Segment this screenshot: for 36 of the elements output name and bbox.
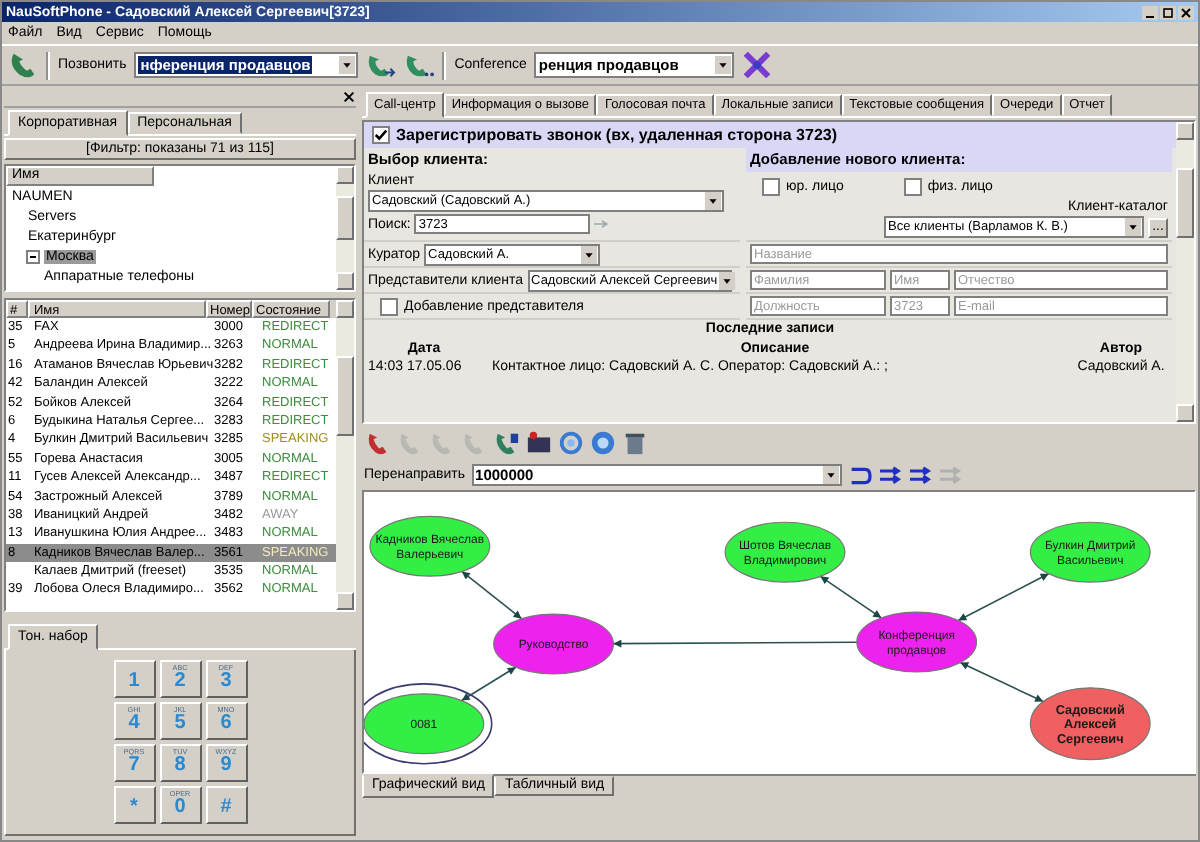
checkbox[interactable]: [903, 177, 922, 195]
minimize-icon[interactable]: [1142, 5, 1158, 19]
phone-icon[interactable]: [8, 50, 38, 80]
phone-dots-icon[interactable]: [404, 50, 435, 80]
checkbox[interactable]: [372, 126, 390, 144]
connector-arrow: [461, 570, 523, 620]
hold-phone-icon[interactable]: [494, 429, 520, 455]
connector-arrow: [957, 572, 1050, 622]
connector-arrow: [460, 666, 517, 702]
record-icon[interactable]: [526, 429, 552, 455]
cross-icon[interactable]: [742, 50, 773, 80]
collapse-icon[interactable]: [26, 249, 40, 263]
scrollbar[interactable]: [1176, 122, 1194, 422]
checkbox[interactable]: [380, 297, 398, 315]
maximize-icon[interactable]: [1160, 5, 1176, 19]
connector-arrow: [819, 575, 883, 619]
caret-icon[interactable]: [580, 245, 599, 263]
register-label: Зарегистрировать звонок (вх, удаленная сторона 3723): [396, 126, 838, 144]
phone-arrow-icon[interactable]: [366, 50, 397, 80]
caret-icon[interactable]: [714, 56, 733, 74]
caret-icon[interactable]: [717, 271, 736, 289]
hangup-phone-icon[interactable]: [366, 429, 392, 455]
checkbox[interactable]: [762, 177, 780, 195]
caret-icon[interactable]: [821, 466, 840, 484]
caret-icon[interactable]: [704, 192, 722, 210]
close-icon[interactable]: [1178, 5, 1194, 19]
caret-icon[interactable]: [338, 56, 357, 74]
scrollbar[interactable]: [336, 300, 354, 610]
close-icon[interactable]: [342, 90, 356, 104]
caret-icon[interactable]: [1124, 218, 1142, 236]
transfer-icon[interactable]: [907, 465, 932, 485]
connector-arrow: [959, 661, 1044, 703]
trash-icon[interactable]: [622, 429, 648, 455]
scrollbar[interactable]: [336, 166, 354, 290]
transfer-icon[interactable]: [877, 465, 902, 485]
redirect-icon[interactable]: [847, 465, 872, 485]
